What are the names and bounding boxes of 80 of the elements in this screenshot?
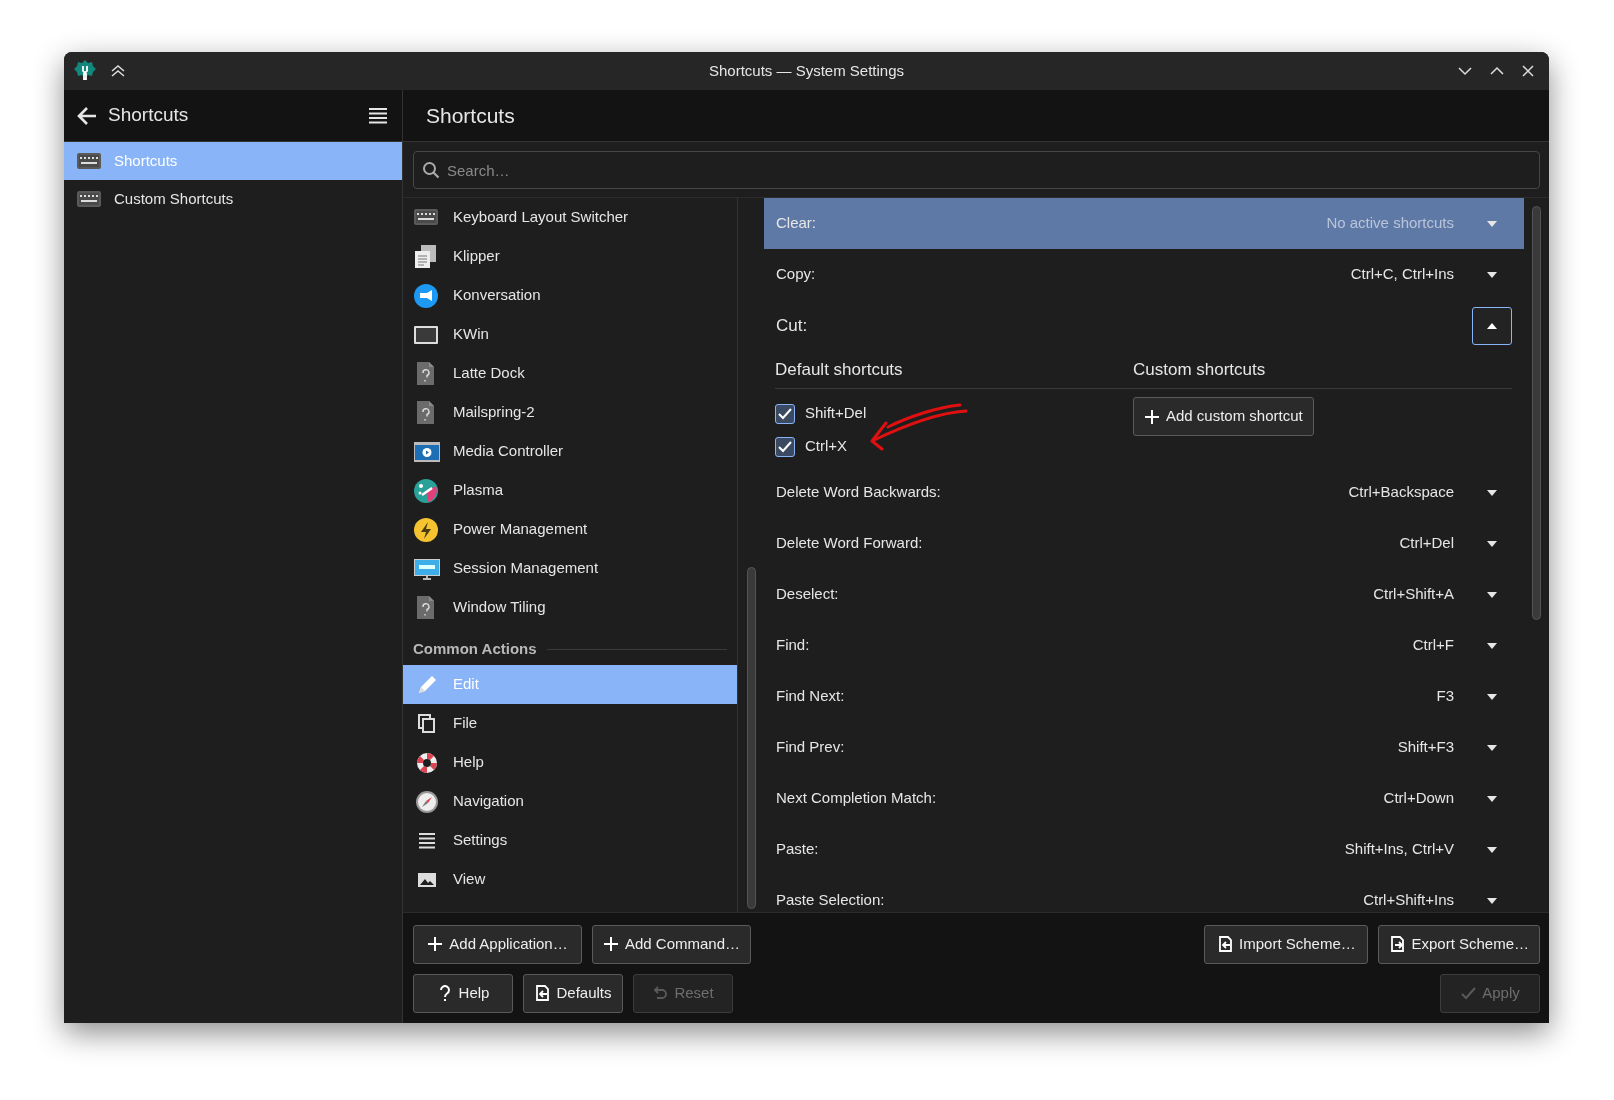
menu-icon[interactable] [368,105,388,126]
list-item[interactable]: Klipper [403,237,737,276]
minimize-icon[interactable] [1457,65,1473,77]
shortcut-row[interactable]: Delete Word Backwards: Ctrl+Backspace [764,467,1524,518]
scrollbar[interactable] [747,567,756,909]
caret-down-icon[interactable] [1486,692,1498,701]
shortcut-row[interactable]: Next Completion Match: Ctrl+Down [764,773,1524,824]
list-item[interactable]: Keyboard Layout Switcher [403,198,737,237]
caret-down-icon[interactable] [1486,590,1498,599]
shortcut-row[interactable]: Paste: Shift+Ins, Ctrl+V [764,824,1524,875]
shortcut-row[interactable]: Find Prev: Shift+F3 [764,722,1524,773]
list-item[interactable]: Media Controller [403,432,737,471]
checkbox[interactable] [775,403,795,424]
shortcut-row[interactable]: Delete Word Forward: Ctrl+Del [764,518,1524,569]
column-heading: Custom shortcuts [1133,358,1266,381]
sidebar-title: Shortcuts [108,103,190,128]
compass-icon [413,788,441,815]
section-heading: Common Actions [413,638,537,659]
list-item[interactable]: Power Management [403,510,737,549]
column-heading: Default shortcuts [775,358,904,381]
plus-icon [427,936,444,953]
list-item[interactable]: Konversation [403,276,737,315]
checkmark-icon [1460,985,1477,1002]
button[interactable]: Help [413,974,513,1013]
shortcut-row[interactable]: Clear: No active shortcuts [764,198,1524,249]
checkbox-label: Ctrl+X [805,436,848,457]
caret-down-icon[interactable] [1486,794,1498,803]
list-item[interactable]: Session Management [403,549,737,588]
shortcut-row[interactable]: Copy: Ctrl+C, Ctrl+Ins [764,249,1524,300]
import-icon [1217,936,1234,953]
caret-down-icon[interactable] [1486,488,1498,497]
checkbox-label: Shift+Del [805,403,867,424]
caret-down-icon[interactable] [1486,641,1498,650]
undo-icon [652,985,669,1002]
list-item[interactable]: Settings [403,821,737,860]
button[interactable]: Export Scheme… [1378,925,1540,964]
button[interactable]: Defaults [523,974,623,1013]
plus-icon [1144,408,1160,425]
caret-down-icon[interactable] [1486,845,1498,854]
colorful-circle-icon [413,477,441,504]
list-item[interactable]: Mailspring-2 [403,393,737,432]
list-item[interactable]: KWin [403,315,737,354]
button[interactable]: Add Command… [592,925,752,964]
list-item[interactable]: Navigation [403,782,737,821]
caret-up-icon[interactable] [1486,321,1498,330]
close-icon[interactable] [1521,64,1535,78]
list-item[interactable]: File [403,704,737,743]
button[interactable]: Import Scheme… [1204,925,1369,964]
double-chevron-up-icon[interactable] [110,64,126,78]
list-item[interactable]: Latte Dock [403,354,737,393]
shortcut-row[interactable]: Paste Selection: Ctrl+Shift+Ins [764,875,1524,912]
collapse-button[interactable] [1472,306,1512,345]
caret-down-icon[interactable] [1486,896,1498,905]
shortcut-row[interactable]: Find: Ctrl+F [764,620,1524,671]
shortcut-row[interactable]: Cut: [764,300,1524,351]
caret-down-icon[interactable] [1486,270,1498,279]
back-arrow-icon[interactable] [76,105,98,126]
add-custom-shortcut-button[interactable]: Add custom shortcut [1133,397,1314,436]
list-item[interactable]: View [403,860,737,899]
app-icon [74,59,96,83]
checkbox[interactable] [775,436,795,457]
list-item[interactable]: Plasma [403,471,737,510]
window-title: Shortcuts — System Settings [707,60,906,81]
lightning-icon [413,516,441,543]
scrollbar[interactable] [1532,206,1541,620]
caret-down-icon[interactable] [1486,539,1498,548]
speech-bubble-icon [413,282,441,309]
list-item[interactable]: Help [403,743,737,782]
search-field[interactable]: Search… [413,151,1540,189]
shortcut-row[interactable]: Deselect: Ctrl+Shift+A [764,569,1524,620]
caret-down-icon[interactable] [1486,743,1498,752]
plus-icon [603,936,619,953]
sidebar-item[interactable]: Custom Shortcuts [64,180,402,218]
import-icon [534,985,551,1002]
shortcut-row[interactable]: Find Next: F3 [764,671,1524,722]
export-icon [1389,936,1406,953]
button[interactable]: Add Application… [413,925,582,964]
maximize-icon[interactable] [1489,65,1505,77]
page-title: Shortcuts [403,90,1549,142]
list-item[interactable]: Window Tiling [403,588,737,627]
